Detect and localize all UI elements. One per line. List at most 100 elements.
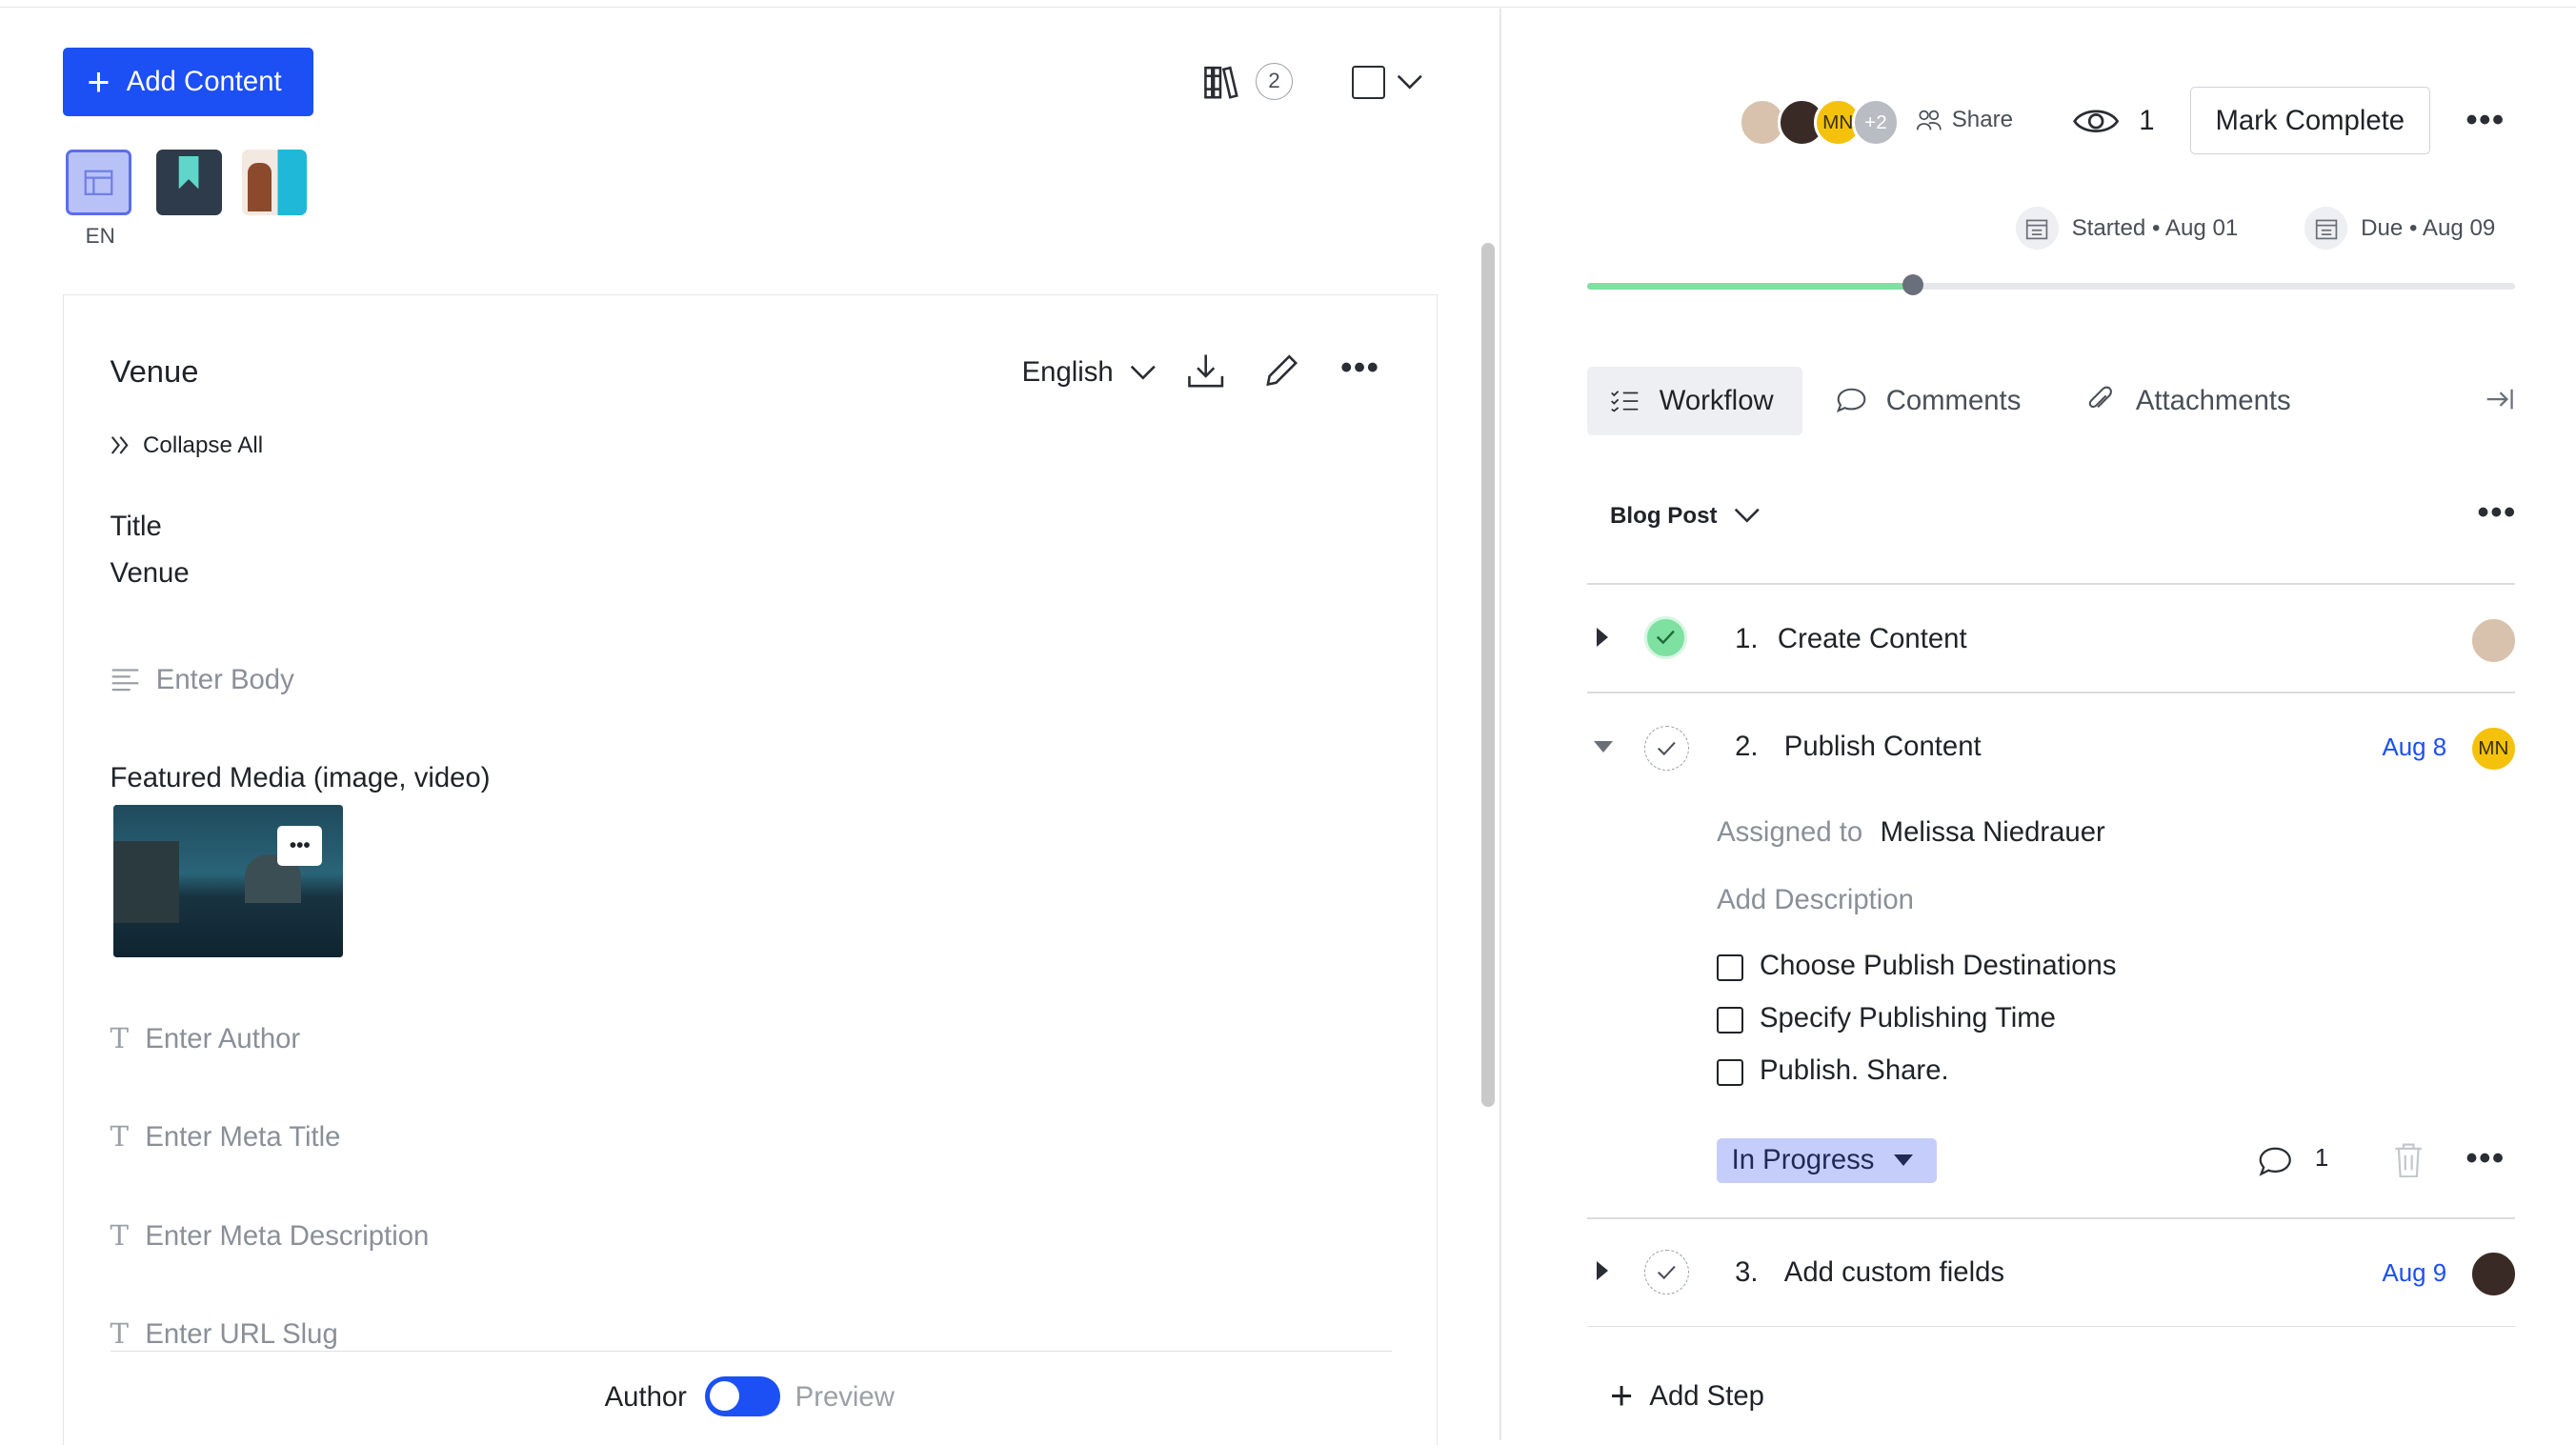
progress-fill (1586, 282, 1912, 290)
checklist-item-label: Specify Publishing Time (1759, 1001, 2056, 1034)
person-illustration (248, 162, 272, 212)
avatar[interactable] (2468, 1250, 2518, 1299)
tab-workflow[interactable]: Workflow (1586, 366, 1802, 435)
calendar-icon (2015, 207, 2059, 251)
select-checkbox[interactable] (1352, 65, 1386, 99)
more-avatars-badge[interactable]: +2 (1851, 98, 1901, 148)
trash-icon[interactable] (2390, 1140, 2426, 1179)
expand-caret-icon[interactable] (1597, 627, 1609, 647)
meta-description-field[interactable]: T Enter Meta Description (111, 1219, 430, 1253)
share-button[interactable]: Share (1916, 107, 2013, 133)
start-date[interactable]: Started • Aug 01 (2015, 207, 2238, 251)
divider (1586, 1216, 2516, 1219)
status-label: In Progress (1731, 1144, 1875, 1176)
tab-comments[interactable]: Comments (1836, 367, 2021, 435)
variant-thumbnail-default[interactable] (65, 149, 131, 215)
divider (1586, 1325, 2516, 1328)
top-border (0, 0, 2576, 8)
featured-media-image[interactable]: ••• (112, 805, 344, 958)
step-complete-check-icon[interactable] (1644, 615, 1688, 659)
step-number: 2. (1735, 731, 1759, 763)
checklist-checkbox[interactable] (1717, 1059, 1744, 1087)
footer-divider (110, 1350, 1392, 1353)
scrollbar[interactable] (1481, 243, 1496, 1108)
assigned-to-label: Assigned to (1717, 816, 1863, 849)
progress-bar (1586, 274, 2516, 296)
comment-icon[interactable] (2257, 1145, 2293, 1177)
featured-media-label: Featured Media (image, video) (110, 762, 491, 794)
template-select[interactable]: Blog Post (1610, 503, 1760, 530)
edit-pencil-icon[interactable] (1260, 350, 1303, 392)
status-dropdown[interactable]: In Progress (1717, 1138, 1938, 1183)
text-field-icon: T (110, 1218, 130, 1252)
field-title-value[interactable]: Venue (111, 557, 190, 590)
add-content-label: Add Content (126, 66, 282, 98)
meta-title-placeholder: Enter Meta Title (145, 1121, 341, 1154)
author-preview-toggle[interactable] (704, 1376, 781, 1416)
divider (1586, 583, 2516, 585)
body-placeholder: Enter Body (155, 663, 294, 695)
step-title[interactable]: Publish Content (1784, 731, 1982, 763)
due-date[interactable]: Due • Aug 09 (2304, 207, 2496, 251)
step-title[interactable]: Create Content (1778, 623, 1967, 655)
add-content-button[interactable]: + Add Content (62, 48, 314, 117)
caret-down-icon (1894, 1154, 1914, 1167)
divider (1586, 692, 2516, 693)
eye-icon[interactable] (2072, 102, 2122, 141)
url-slug-field[interactable]: T Enter URL Slug (111, 1317, 338, 1351)
step-due-date[interactable]: Aug 8 (2383, 734, 2447, 762)
url-slug-placeholder: Enter URL Slug (145, 1318, 338, 1351)
view-count: 1 (2139, 105, 2155, 137)
building-silhouette (112, 840, 179, 924)
checklist-item-label: Choose Publish Destinations (1759, 949, 2117, 981)
collapse-panel-icon[interactable] (2485, 386, 2515, 412)
text-field-icon: T (110, 1317, 130, 1351)
card-more-icon[interactable]: ••• (1340, 350, 1379, 387)
avatar[interactable] (2468, 615, 2518, 665)
avatar-initials[interactable]: MN (2468, 724, 2518, 773)
body-field[interactable]: Enter Body (111, 664, 294, 696)
step-title[interactable]: Add custom fields (1784, 1256, 2004, 1289)
library-count-badge: 2 (1255, 62, 1294, 101)
step-due-date[interactable]: Aug 9 (2383, 1260, 2447, 1288)
meta-title-field[interactable]: T Enter Meta Title (111, 1120, 341, 1154)
media-more-icon[interactable]: ••• (277, 826, 322, 866)
progress-handle[interactable] (1902, 274, 1923, 296)
header-more-icon[interactable]: ••• (2465, 102, 2505, 139)
tab-attachments-label: Attachments (2135, 384, 2291, 416)
step-check-icon[interactable] (1644, 1250, 1690, 1295)
collapse-all-button[interactable]: Collapse All (111, 431, 264, 459)
due-label: Due • Aug 09 (2361, 214, 2496, 241)
comment-icon (1836, 388, 1866, 412)
collapse-all-label: Collapse All (143, 431, 264, 458)
library-icon[interactable] (1201, 61, 1244, 104)
variant-thumbnail-bookmark[interactable] (155, 149, 222, 215)
comment-count: 1 (2314, 1144, 2329, 1172)
step-number: 1. (1735, 622, 1759, 654)
calendar-icon (2304, 207, 2348, 251)
author-field[interactable]: T Enter Author (111, 1022, 301, 1055)
toggle-knob (709, 1381, 739, 1412)
workflow-more-icon[interactable]: ••• (2478, 494, 2517, 532)
double-chevron-right-icon (111, 436, 129, 454)
mark-complete-button[interactable]: Mark Complete (2189, 87, 2430, 155)
variant-thumbnail-image[interactable] (241, 149, 308, 215)
language-select[interactable]: English (1022, 356, 1157, 389)
add-step-button[interactable]: + Add Step (1610, 1375, 1764, 1415)
tab-attachments[interactable]: Attachments (2086, 367, 2291, 435)
chevron-down-icon (1130, 365, 1156, 380)
checklist-checkbox[interactable] (1717, 953, 1744, 982)
collapse-caret-icon[interactable] (1593, 740, 1613, 753)
step-more-icon[interactable]: ••• (2465, 1140, 2505, 1177)
chevron-down-icon[interactable] (1395, 68, 1424, 97)
step-check-icon[interactable] (1644, 726, 1690, 772)
expand-caret-icon[interactable] (1597, 1261, 1609, 1281)
download-icon[interactable] (1184, 350, 1227, 392)
assignee-name: Melissa Niedrauer (1880, 816, 2105, 849)
tab-workflow-label: Workflow (1659, 384, 1774, 416)
assignment-row[interactable]: Assigned to Melissa Niedrauer (1717, 816, 2105, 849)
plus-icon: + (87, 59, 111, 104)
paperclip-icon (2088, 386, 2113, 409)
checklist-checkbox[interactable] (1717, 1007, 1744, 1034)
add-description-field[interactable]: Add Description (1717, 884, 1914, 916)
